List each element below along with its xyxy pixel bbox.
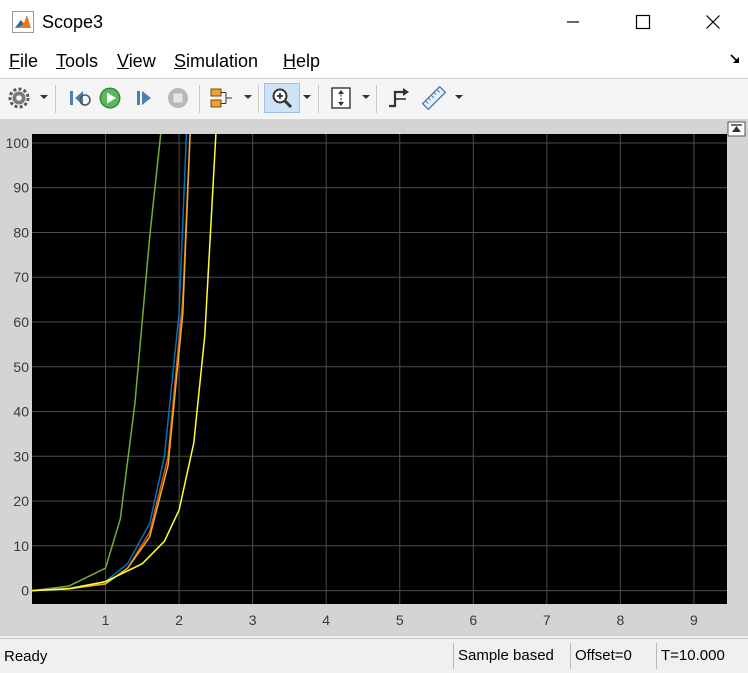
menu-label: ools bbox=[65, 51, 99, 71]
signal-selector-icon bbox=[210, 88, 232, 108]
y-tick-label: 70 bbox=[13, 269, 29, 285]
x-tick-label: 1 bbox=[102, 612, 110, 628]
y-tick-label: 90 bbox=[13, 180, 29, 196]
minimize-button[interactable] bbox=[550, 0, 596, 44]
y-tick-label: 20 bbox=[13, 493, 29, 509]
separator bbox=[258, 85, 259, 113]
y-tick-label: 40 bbox=[13, 404, 29, 420]
x-tick-label: 4 bbox=[322, 612, 330, 628]
chevron-down-icon[interactable] bbox=[455, 93, 463, 101]
x-tick-label: 9 bbox=[690, 612, 698, 628]
scope-axes[interactable]: 1 2 3 4 5 6 7 8 90102030405060708090100 bbox=[0, 120, 748, 636]
plot-background bbox=[32, 134, 727, 604]
step-forward-button[interactable] bbox=[130, 83, 158, 113]
menu-help[interactable]: Help bbox=[283, 51, 320, 71]
menu-file[interactable]: File bbox=[9, 51, 38, 71]
step-forward-icon bbox=[137, 91, 151, 105]
time-value: T=10.000 bbox=[656, 643, 748, 669]
signal-selector-button[interactable] bbox=[207, 83, 235, 113]
offset-value: Offset=0 bbox=[570, 643, 654, 669]
menu-view[interactable]: View bbox=[117, 51, 156, 71]
gear-icon bbox=[8, 87, 30, 109]
zoom-icon bbox=[272, 88, 293, 109]
step-back-button[interactable] bbox=[64, 83, 92, 113]
scale-axes-icon bbox=[331, 87, 351, 109]
stop-icon bbox=[168, 88, 188, 108]
menu-label: ile bbox=[20, 51, 39, 71]
x-tick-label: 3 bbox=[249, 612, 257, 628]
maximize-button[interactable] bbox=[620, 0, 666, 44]
x-tick-label: 5 bbox=[396, 612, 404, 628]
measurements-icon bbox=[421, 86, 447, 110]
step-back-icon bbox=[70, 91, 91, 106]
status-bar: Ready Sample based Offset=0 T=10.000 bbox=[0, 638, 748, 673]
axes-undock-button[interactable] bbox=[727, 121, 746, 137]
chevron-down-icon[interactable] bbox=[40, 93, 48, 101]
undock-arrow-icon[interactable] bbox=[728, 52, 742, 66]
separator bbox=[318, 85, 319, 113]
separator bbox=[199, 85, 200, 113]
sample-mode: Sample based bbox=[453, 643, 568, 669]
triggers-icon bbox=[389, 88, 409, 108]
status-ready: Ready bbox=[4, 648, 48, 665]
menu-accel: F bbox=[9, 51, 20, 71]
scope-window: Scope3 File Tools View Simulation Help 1… bbox=[0, 0, 748, 673]
menu-bar: File Tools View Simulation Help bbox=[0, 44, 748, 77]
separator bbox=[376, 85, 377, 113]
menu-label: imulation bbox=[186, 51, 259, 71]
y-tick-label: 10 bbox=[13, 538, 29, 554]
menu-accel: T bbox=[56, 51, 65, 71]
maximize-icon bbox=[635, 14, 651, 30]
run-button[interactable] bbox=[96, 83, 124, 113]
menu-simulation[interactable]: Simulation bbox=[174, 51, 258, 71]
triggers-button[interactable] bbox=[384, 83, 412, 113]
close-button[interactable] bbox=[690, 0, 736, 44]
y-tick-label: 60 bbox=[13, 314, 29, 330]
y-tick-label: 30 bbox=[13, 448, 29, 464]
separator bbox=[55, 85, 56, 113]
scale-axes-button[interactable] bbox=[327, 83, 355, 113]
x-tick-label: 7 bbox=[543, 612, 551, 628]
menu-accel: H bbox=[283, 51, 296, 71]
settings-button[interactable] bbox=[5, 83, 33, 113]
menu-accel: V bbox=[117, 51, 129, 71]
menu-label: iew bbox=[128, 51, 156, 71]
x-tick-label: 2 bbox=[175, 612, 183, 628]
menu-tools[interactable]: Tools bbox=[56, 51, 98, 71]
x-tick-label: 6 bbox=[469, 612, 477, 628]
x-tick-label: 8 bbox=[616, 612, 624, 628]
y-tick-label: 50 bbox=[13, 359, 29, 375]
chevron-down-icon[interactable] bbox=[244, 93, 252, 101]
stop-button[interactable] bbox=[164, 83, 192, 113]
y-tick-label: 80 bbox=[13, 224, 29, 240]
y-tick-label: 100 bbox=[6, 135, 30, 151]
close-icon bbox=[706, 15, 720, 29]
chevron-down-icon[interactable] bbox=[303, 93, 311, 101]
minimize-icon bbox=[567, 21, 579, 23]
title-bar: Scope3 bbox=[0, 0, 748, 44]
menu-accel: S bbox=[174, 51, 187, 71]
menu-label: elp bbox=[296, 51, 321, 71]
y-tick-label: 0 bbox=[21, 583, 29, 599]
measurements-button[interactable] bbox=[420, 83, 448, 113]
run-icon bbox=[99, 87, 121, 109]
toolbar bbox=[0, 78, 748, 120]
chevron-down-icon[interactable] bbox=[362, 93, 370, 101]
matlab-logo-icon bbox=[12, 11, 34, 33]
zoom-button[interactable] bbox=[264, 83, 300, 113]
window-title: Scope3 bbox=[42, 12, 104, 32]
